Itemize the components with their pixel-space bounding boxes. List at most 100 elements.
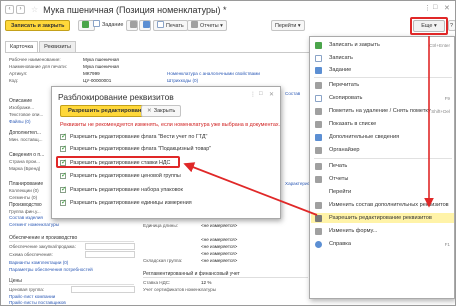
vat-rate-value[interactable]: 12 % <box>201 280 211 285</box>
menu-item-reread[interactable]: Перечитать <box>311 80 454 90</box>
menu-item-label: Дополнительные сведения <box>329 134 400 140</box>
unit-value[interactable]: <не измеряется> <box>201 223 237 228</box>
field-value-working-name[interactable]: Мука пшеничная <box>83 57 119 62</box>
label-fin-group: Группа фин.у... <box>9 209 41 214</box>
print-icon <box>315 162 322 170</box>
dialog-warning: Реквизиты не рекомендуется изменять, есл… <box>60 122 281 128</box>
task-button[interactable]: Задание <box>93 20 123 31</box>
structure-button[interactable] <box>139 20 151 31</box>
supply-scheme-field[interactable] <box>85 251 135 258</box>
menu-item-save[interactable]: Записать <box>311 53 454 63</box>
reports-icon <box>191 21 198 28</box>
storage-group-value[interactable]: <не измеряется> <box>201 258 237 263</box>
print-button[interactable]: Печать <box>153 20 188 31</box>
menu-item-reports[interactable]: Отчеты <box>311 174 454 184</box>
option-unit[interactable]: Разрешить редактирование единицы измерен… <box>60 198 192 207</box>
menu-item-edit-requisites-set[interactable]: Изменить состав дополнительных реквизито… <box>311 200 454 210</box>
menu-item-label: Пометить на удаление / Снять пометку <box>329 108 431 114</box>
unlock-requisites-dialog: Разблокирование реквизитов ⋮ □ ✕ Разреши… <box>51 86 281 219</box>
label-storage-group: Складская группа: <box>143 258 183 263</box>
label-price-group: Ценовая группа: <box>9 287 45 292</box>
menu-item-go[interactable]: Перейти <box>311 187 454 197</box>
link-files[interactable]: Файлы (0) <box>9 119 31 124</box>
back-icon[interactable]: ‹ <box>5 5 14 14</box>
link-barcodes[interactable]: Штрихкоды (0) <box>167 78 198 83</box>
field-value-code[interactable]: ЦУ-00000001 <box>83 78 111 83</box>
menu-item-print[interactable]: Печать <box>311 161 454 171</box>
tab-requisites[interactable]: Реквизиты <box>39 41 77 52</box>
checkbox-icon[interactable] <box>60 171 67 179</box>
menu-item-label: Печать <box>329 163 348 169</box>
link-item-segment[interactable]: Сегмент номенклатуры <box>9 222 59 227</box>
menu-item-additional-info[interactable]: Дополнительные сведения <box>311 132 454 142</box>
menu-item-show-in-list[interactable]: Показать в списке <box>311 119 454 129</box>
section-description: Описание <box>9 98 33 104</box>
checkbox-icon[interactable] <box>60 185 67 193</box>
dialog-close-icon[interactable]: ✕ <box>269 91 274 98</box>
label-segments: Сегменты (0) <box>9 195 38 200</box>
label-brand: Марка (Бренд) <box>9 166 41 171</box>
menu-item-help[interactable]: Справка F1 <box>311 239 454 249</box>
link-supply-params[interactable]: Параметры обеспечения потребностей <box>9 267 93 272</box>
menu-item-mark-delete[interactable]: Пометить на удаление / Снять пометку Shi… <box>311 106 454 116</box>
option-packaging[interactable]: Разрешить редактирование набора упаковок <box>60 185 183 194</box>
annotation-box-vat-option <box>56 156 180 168</box>
window-title: Мука пшеничная (Позиция номенклатуры) * <box>43 4 227 15</box>
link-analog-items[interactable]: Номенклатура с аналогичными свойствами <box>167 71 260 76</box>
field-value-article[interactable]: МК7999 <box>83 71 100 76</box>
window-menu-icon[interactable]: ⋮ <box>424 4 431 12</box>
link-kit-variants[interactable]: Варианты комплектации (0) <box>9 260 68 265</box>
tab-card[interactable]: Карточка <box>5 41 39 52</box>
link-composition[interactable]: Состав <box>285 91 300 96</box>
checkbox-icon[interactable] <box>60 198 67 206</box>
delete-mark-icon <box>315 107 322 115</box>
attach-button[interactable] <box>126 20 138 31</box>
section-additional: Дополнител... <box>9 130 42 136</box>
save-close-button[interactable]: Записать и закрыть <box>5 20 71 31</box>
menu-item-organizer[interactable]: Органайзер <box>311 145 454 155</box>
menu-item-label: Органайзер <box>329 147 360 153</box>
reports-button[interactable]: Отчеты ▾ <box>187 20 227 31</box>
unlock-icon <box>315 214 322 222</box>
menu-item-save-close[interactable]: Записать и закрыть Ctrl+Enter <box>311 40 454 50</box>
option-gtd[interactable]: Разрешить редактирование флага "Вести уч… <box>60 132 207 141</box>
menu-item-allow-edit-requisites[interactable]: Разрешить редактирование реквизитов <box>311 213 454 223</box>
window-close-icon[interactable]: ✕ <box>444 4 450 12</box>
checkbox-icon[interactable] <box>60 132 67 140</box>
close-icon: ✕ <box>147 108 152 114</box>
unit-value[interactable]: <не измеряется> <box>201 244 237 249</box>
supply-mode-field[interactable] <box>85 243 135 250</box>
menu-separator <box>314 158 452 159</box>
option-excise[interactable]: Разрешить редактирование флага "Подакциз… <box>60 144 211 153</box>
task-icon <box>93 20 100 27</box>
favorite-star-icon[interactable]: ☆ <box>31 5 38 14</box>
link-price-list[interactable]: Прайс-лист компании <box>9 294 55 299</box>
menu-item-label: Задание <box>329 67 352 73</box>
checkbox-icon[interactable] <box>60 144 67 152</box>
section-production: Производство <box>9 202 42 208</box>
price-group-field[interactable] <box>71 286 135 293</box>
section-divider <box>143 277 308 278</box>
close-button[interactable]: ✕ Закрыть <box>141 105 182 117</box>
link-product-composition[interactable]: Состав изделия <box>9 215 43 220</box>
forward-icon[interactable]: › <box>16 5 25 14</box>
window-maximize-icon[interactable]: □ <box>433 4 437 11</box>
field-value-print-name[interactable]: Мука пшеничная <box>83 64 119 69</box>
dialog-maximize-icon[interactable]: □ <box>259 91 263 97</box>
reread-icon <box>315 81 322 89</box>
menu-item-change-form[interactable]: Изменить форму... <box>311 226 454 236</box>
link-supplier-prices[interactable]: Прайс-листы поставщиков <box>9 300 66 305</box>
help-button[interactable]: ? <box>448 20 455 31</box>
menu-item-task[interactable]: Задание <box>311 65 454 75</box>
go-button[interactable]: Перейти ▾ <box>271 20 305 31</box>
menu-item-copy[interactable]: Скопировать F9 <box>311 93 454 103</box>
requisites-icon <box>315 201 322 209</box>
unit-value[interactable]: <не измеряется> <box>201 237 237 242</box>
option-price-group[interactable]: Разрешить редактирование ценовой группы <box>60 171 181 180</box>
menu-separator <box>314 77 452 78</box>
label-country: Страна прои... <box>9 159 40 164</box>
copy-icon <box>315 94 322 102</box>
help-icon <box>315 240 322 248</box>
dialog-menu-icon[interactable]: ⋮ <box>250 91 256 98</box>
unit-value[interactable]: <не измеряется> <box>201 251 237 256</box>
